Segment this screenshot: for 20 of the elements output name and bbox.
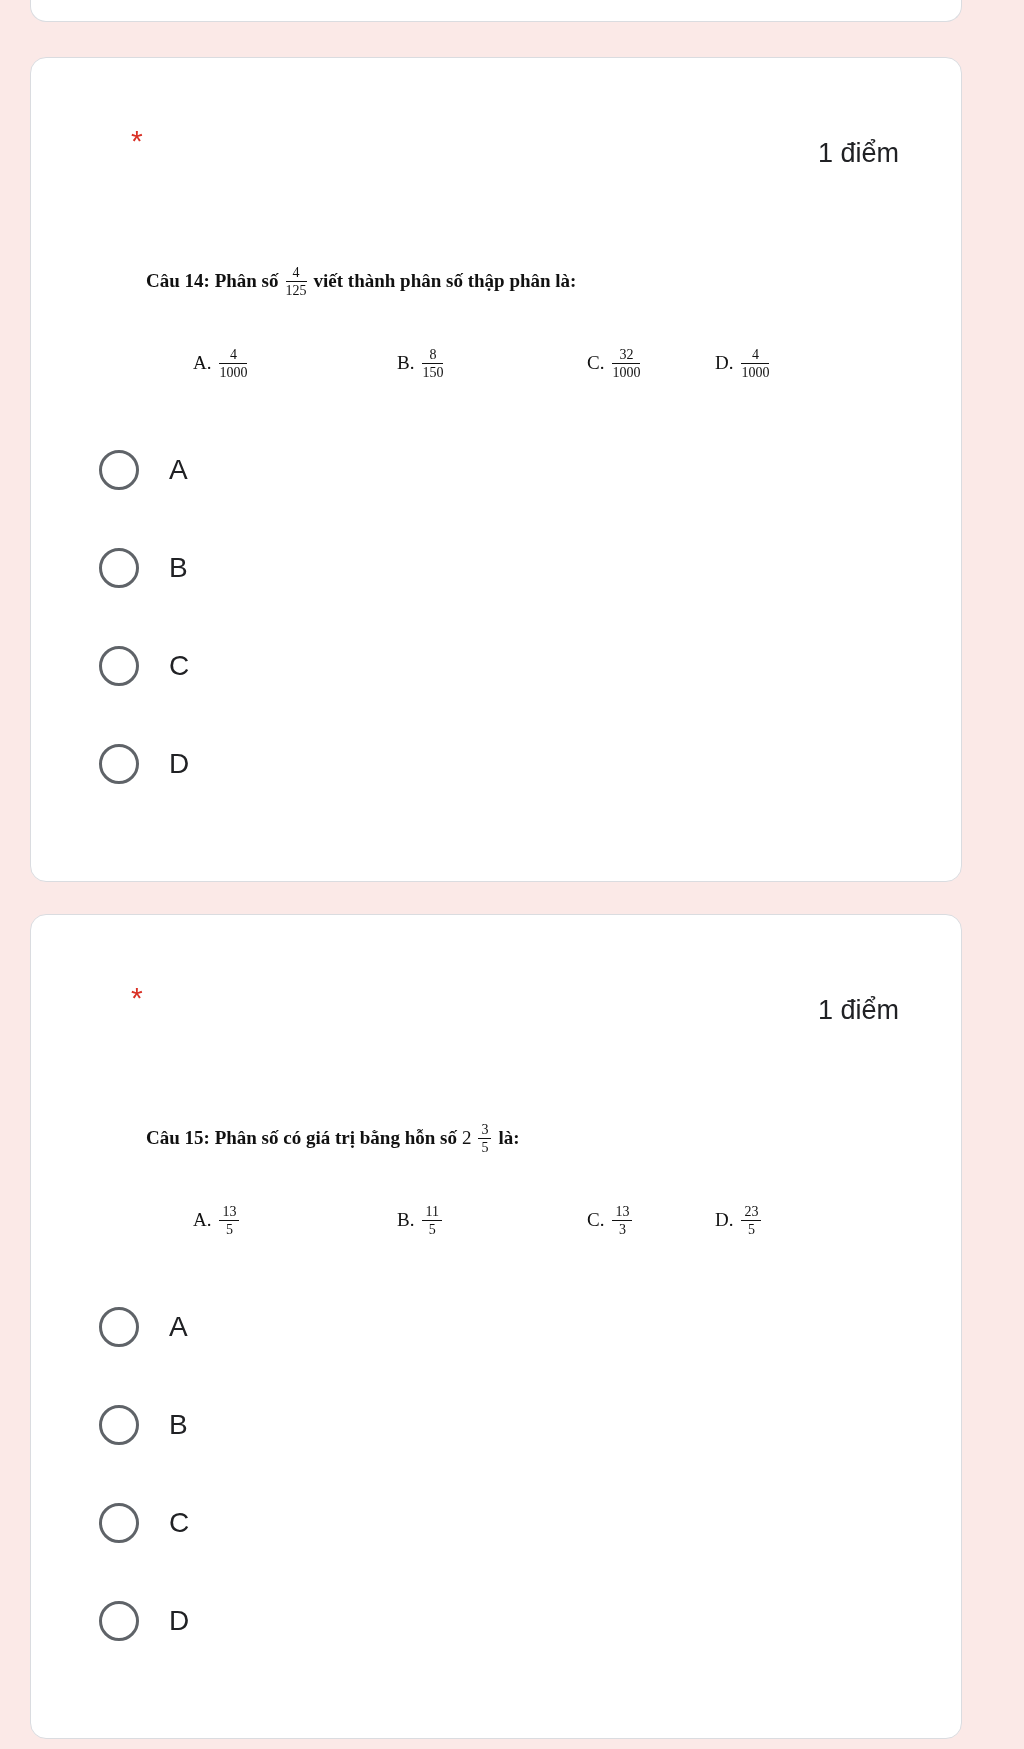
- radio-button[interactable]: [99, 450, 139, 490]
- option-label[interactable]: D: [169, 1605, 190, 1637]
- option-label[interactable]: B: [169, 552, 188, 584]
- points-label: 1 điểm: [817, 994, 899, 1026]
- option-label[interactable]: B: [169, 1409, 188, 1441]
- required-mark: *: [131, 981, 143, 1015]
- points-label: 1 điểm: [817, 137, 899, 169]
- radio-button[interactable]: [99, 744, 139, 784]
- option-label[interactable]: A: [169, 454, 188, 486]
- option-label[interactable]: C: [169, 1507, 190, 1539]
- option-label[interactable]: A: [169, 1311, 188, 1343]
- radio-button[interactable]: [99, 548, 139, 588]
- required-mark: *: [131, 124, 143, 158]
- radio-button[interactable]: [99, 1503, 139, 1543]
- radio-button[interactable]: [99, 1405, 139, 1445]
- radio-button[interactable]: [99, 1601, 139, 1641]
- radio-button[interactable]: [99, 1307, 139, 1347]
- radio-button[interactable]: [99, 646, 139, 686]
- option-label[interactable]: D: [169, 748, 190, 780]
- option-label[interactable]: C: [169, 650, 190, 682]
